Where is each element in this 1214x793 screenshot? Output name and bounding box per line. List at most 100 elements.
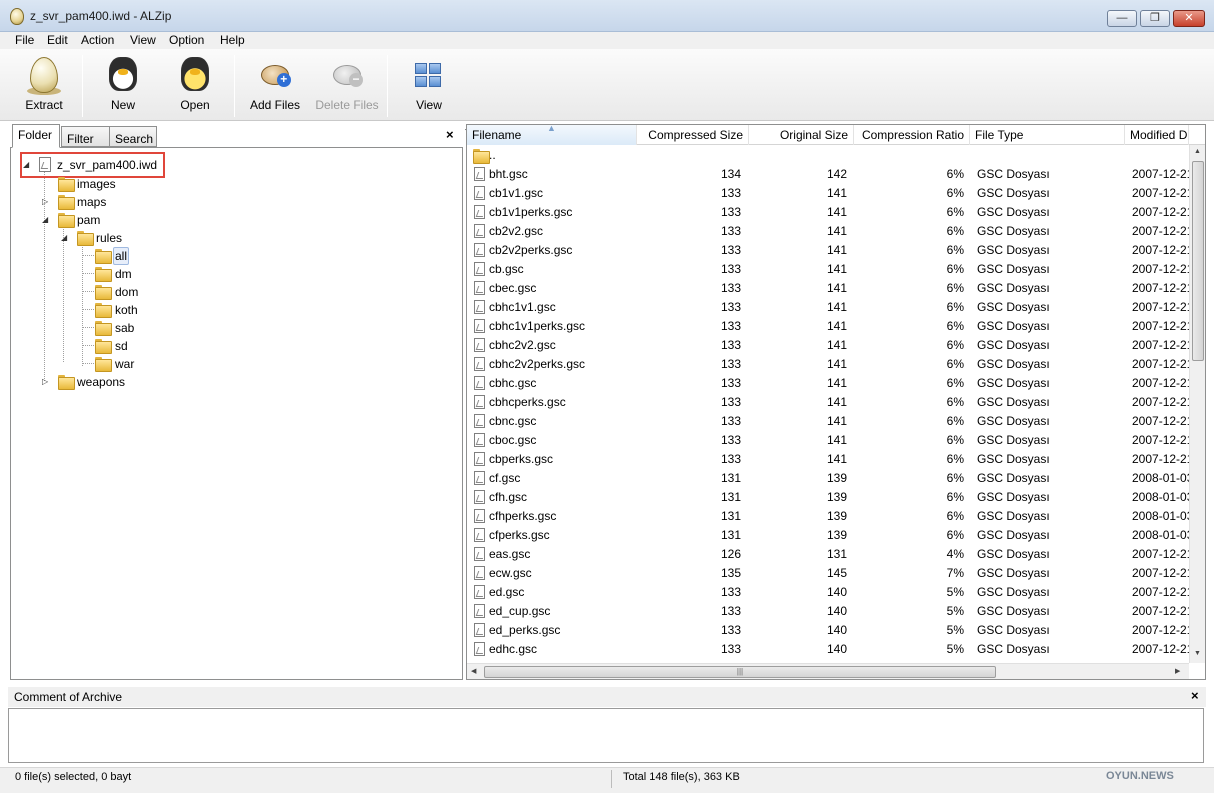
tree-node-rules[interactable]: ◢ rules bbox=[61, 229, 151, 247]
table-row[interactable]: cbhc.gsc 133 141 6% GSC Dosyası 2007-12-21 bbox=[467, 374, 1189, 393]
tree-node-images[interactable]: images bbox=[58, 175, 138, 193]
table-row[interactable]: cbperks.gsc 133 141 6% GSC Dosyası 2007-12-21 bbox=[467, 450, 1189, 469]
table-row[interactable]: cb.gsc 133 141 6% GSC Dosyası 2007-12-21 bbox=[467, 260, 1189, 279]
column-filename[interactable]: ▲ Filename bbox=[467, 125, 637, 145]
tree-node-weapons[interactable]: ▷ weapons bbox=[42, 373, 142, 391]
close-button[interactable]: ✕ bbox=[1173, 10, 1205, 27]
cell-original-size: 141 bbox=[826, 262, 847, 276]
scroll-up-icon[interactable]: ▲ bbox=[1194, 148, 1201, 155]
horizontal-scrollbar[interactable]: ◀ ||| ▶ bbox=[467, 663, 1189, 679]
extract-button[interactable]: Extract bbox=[14, 49, 74, 121]
tree-node-sd[interactable]: sd bbox=[95, 337, 155, 355]
table-row[interactable]: ed_cup.gsc 133 140 5% GSC Dosyası 2007-12-21 bbox=[467, 602, 1189, 621]
table-row[interactable]: ecw.gsc 135 145 7% GSC Dosyası 2007-12-21 bbox=[467, 564, 1189, 583]
add-files-button[interactable]: + Add Files bbox=[246, 49, 304, 121]
horizontal-scroll-thumb[interactable]: ||| bbox=[484, 666, 996, 678]
tree-node-sab[interactable]: sab bbox=[95, 319, 155, 337]
cell-original-size: 140 bbox=[826, 585, 847, 599]
comment-textarea[interactable] bbox=[8, 708, 1204, 763]
table-row[interactable]: edhc.gsc 133 140 5% GSC Dosyası 2007-12-21 bbox=[467, 640, 1189, 659]
cell-original-size: 145 bbox=[826, 566, 847, 580]
table-row[interactable]: ed.gsc 133 140 5% GSC Dosyası 2007-12-21 bbox=[467, 583, 1189, 602]
delete-files-button[interactable]: − Delete Files bbox=[313, 49, 381, 121]
cell-filename: cbhc.gsc bbox=[489, 376, 537, 390]
table-row[interactable]: cfhperks.gsc 131 139 6% GSC Dosyası 2008-01-0… bbox=[467, 507, 1189, 526]
collapse-icon[interactable]: ◢ bbox=[23, 156, 29, 174]
table-row[interactable]: cf.gsc 131 139 6% GSC Dosyası 2008-01-03 bbox=[467, 469, 1189, 488]
menu-edit[interactable]: Edit bbox=[47, 33, 68, 47]
column-original-size[interactable]: Original Size bbox=[749, 125, 854, 145]
tree-node-pam[interactable]: ◢ pam bbox=[42, 211, 132, 229]
cell-compressed-size: 131 bbox=[720, 509, 741, 523]
column-modified-date[interactable]: Modified D bbox=[1125, 125, 1189, 145]
tree-node-dm[interactable]: dm bbox=[95, 265, 155, 283]
table-row[interactable]: cfperks.gsc 131 139 6% GSC Dosyası 2008-01-03 bbox=[467, 526, 1189, 545]
table-row[interactable]: ed_perks.gsc 133 140 5% GSC Dosyası 2007-12-2… bbox=[467, 621, 1189, 640]
tree-node-dom[interactable]: dom bbox=[95, 283, 155, 301]
tab-search[interactable]: Search bbox=[109, 126, 157, 147]
minimize-button[interactable]: — bbox=[1107, 10, 1137, 27]
table-row[interactable]: cb1v1.gsc 133 141 6% GSC Dosyası 2007-12-21 bbox=[467, 184, 1189, 203]
tree-node-war[interactable]: war bbox=[95, 355, 155, 373]
table-row[interactable]: cb1v1perks.gsc 133 141 6% GSC Dosyası 2007-12… bbox=[467, 203, 1189, 222]
column-compression-ratio[interactable]: Compression Ratio bbox=[854, 125, 970, 145]
tree-node-all[interactable]: all bbox=[95, 247, 155, 265]
scroll-right-icon[interactable]: ▶ bbox=[1175, 667, 1180, 675]
tree-guide-line bbox=[82, 273, 94, 274]
table-row[interactable]: cbhc2v2perks.gsc 133 141 6% GSC Dosyası 2007-… bbox=[467, 355, 1189, 374]
menu-file[interactable]: File bbox=[15, 33, 34, 47]
close-panel-icon[interactable]: × bbox=[446, 127, 454, 142]
cell-file-type: GSC Dosyası bbox=[977, 262, 1050, 276]
menu-action[interactable]: Action bbox=[81, 33, 114, 47]
cell-original-size: 141 bbox=[826, 205, 847, 219]
cell-file-type: GSC Dosyası bbox=[977, 243, 1050, 257]
table-row[interactable]: bht.gsc 134 142 6% GSC Dosyası 2007-12-21 bbox=[467, 165, 1189, 184]
collapse-icon[interactable]: ◢ bbox=[61, 229, 67, 247]
tree-node-maps[interactable]: ▷ maps bbox=[42, 193, 132, 211]
table-row[interactable]: cboc.gsc 133 141 6% GSC Dosyası 2007-12-21 bbox=[467, 431, 1189, 450]
menu-help[interactable]: Help bbox=[220, 33, 245, 47]
collapse-icon[interactable]: ◢ bbox=[42, 211, 48, 229]
table-row[interactable]: cbec.gsc 133 141 6% GSC Dosyası 2007-12-21 bbox=[467, 279, 1189, 298]
list-item-parent[interactable]: .. bbox=[467, 146, 1187, 165]
open-button[interactable]: Open bbox=[168, 49, 222, 121]
table-row[interactable]: cbhc2v2.gsc 133 141 6% GSC Dosyası 2007-12-21 bbox=[467, 336, 1189, 355]
expand-icon[interactable]: ▷ bbox=[42, 373, 48, 391]
cell-filename: cb1v1perks.gsc bbox=[489, 205, 573, 219]
cell-modified-date: 2007-12-21 bbox=[1132, 376, 1189, 390]
tree-node-koth[interactable]: koth bbox=[95, 301, 155, 319]
gsc-file-icon bbox=[474, 205, 485, 219]
column-compressed-size[interactable]: Compressed Size bbox=[637, 125, 749, 145]
table-row[interactable]: cb2v2.gsc 133 141 6% GSC Dosyası 2007-12-21 bbox=[467, 222, 1189, 241]
cell-modified-date: 2007-12-21 bbox=[1132, 357, 1189, 371]
maximize-button[interactable]: ❐ bbox=[1140, 10, 1170, 27]
tab-folder[interactable]: Folder bbox=[12, 124, 60, 148]
menu-view[interactable]: View bbox=[130, 33, 156, 47]
toolbar-separator bbox=[82, 55, 83, 117]
expand-icon[interactable]: ▷ bbox=[42, 193, 48, 211]
table-row[interactable]: cb2v2perks.gsc 133 141 6% GSC Dosyası 2007-12… bbox=[467, 241, 1189, 260]
new-button[interactable]: New bbox=[96, 49, 150, 121]
tree-node-root[interactable]: ◢ z_svr_pam400.iwd bbox=[23, 156, 163, 174]
menu-option[interactable]: Option bbox=[169, 33, 204, 47]
view-button[interactable]: View bbox=[404, 49, 454, 121]
table-row[interactable]: cbnc.gsc 133 141 6% GSC Dosyası 2007-12-21 bbox=[467, 412, 1189, 431]
cell-compressed-size: 133 bbox=[720, 205, 741, 219]
table-row[interactable]: eas.gsc 126 131 4% GSC Dosyası 2007-12-21 bbox=[467, 545, 1189, 564]
vertical-scrollbar[interactable]: ▲ ▼ bbox=[1189, 145, 1205, 663]
cell-compressed-size: 133 bbox=[720, 243, 741, 257]
close-comment-icon[interactable]: × bbox=[1191, 688, 1199, 703]
table-row[interactable]: cfh.gsc 131 139 6% GSC Dosyası 2008-01-03 bbox=[467, 488, 1189, 507]
scroll-down-icon[interactable]: ▼ bbox=[1194, 650, 1201, 657]
column-file-type[interactable]: File Type bbox=[970, 125, 1125, 145]
folder-icon bbox=[58, 375, 75, 390]
table-row[interactable]: cbhc1v1.gsc 133 141 6% GSC Dosyası 2007-12-21 bbox=[467, 298, 1189, 317]
table-row[interactable]: cbhcperks.gsc 133 141 6% GSC Dosyası 2007-12-… bbox=[467, 393, 1189, 412]
vertical-scroll-thumb[interactable] bbox=[1192, 161, 1204, 361]
cell-original-size: 141 bbox=[826, 300, 847, 314]
table-row[interactable]: cbhc1v1perks.gsc 133 141 6% GSC Dosyası 2007-… bbox=[467, 317, 1189, 336]
tab-filter[interactable]: Filter bbox=[61, 126, 111, 147]
scroll-left-icon[interactable]: ◀ bbox=[471, 667, 476, 675]
cell-file-type: GSC Dosyası bbox=[977, 205, 1050, 219]
column-filename-label: Filename bbox=[472, 128, 522, 142]
